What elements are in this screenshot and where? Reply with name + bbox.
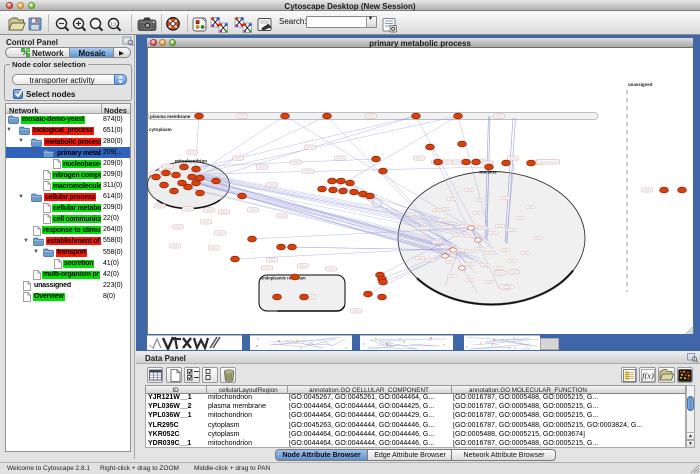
svg-text:1:1: 1:1 [110,21,117,26]
svg-text:cytoplasm: cytoplasm [149,127,172,132]
svg-text:nucleus: nucleus [479,170,497,175]
svg-text:mitochondrion: mitochondrion [175,159,207,164]
svg-text:f(x): f(x) [642,370,654,380]
svg-text:plasma membrane: plasma membrane [150,114,191,119]
svg-text:unassigned: unassigned [628,82,653,87]
